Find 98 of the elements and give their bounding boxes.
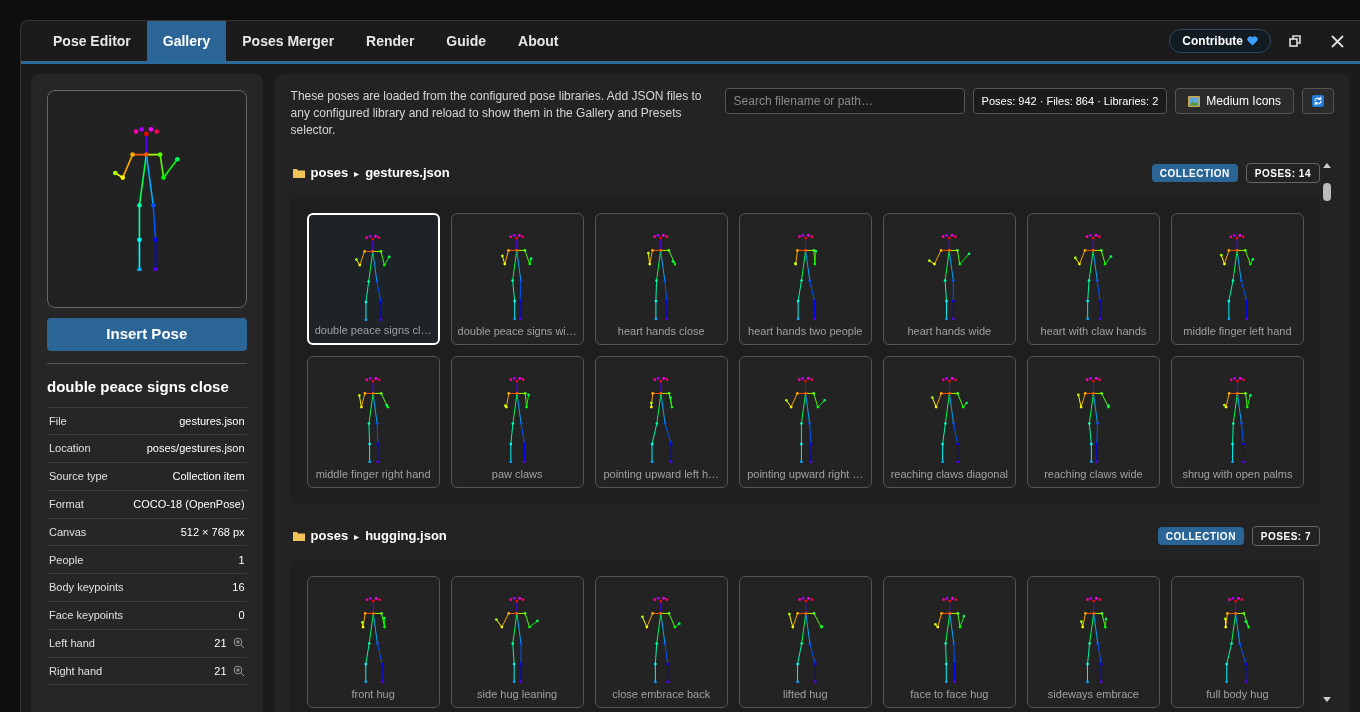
pose-card[interactable]: heart with claw hands [1026,213,1160,345]
gallery-description: These poses are loaded from the configured pose libraries. Add JSON files to any configured library and reload to show them in the Gallery and Presets selector. [290,88,703,139]
pose-card[interactable]: heart hands two people [738,213,872,345]
pose-label: face to face hug [909,686,990,702]
reload-button[interactable] [1302,88,1334,114]
pose-label: paw claws [490,466,544,482]
detail-label: Source type [49,469,108,485]
detail-label: File [49,413,67,429]
pose-title: double peace signs close [47,376,247,408]
detail-value: Collection item [172,469,245,485]
pose-label: middle finger right hand [314,466,432,482]
pose-label: front hug [350,686,396,702]
folder-icon [292,168,305,178]
tab[interactable]: Render [350,21,431,61]
pose-label: shrug with open palms [1181,466,1294,482]
scrollbar-thumb[interactable] [1323,183,1331,201]
refresh-icon [1312,95,1324,107]
detail-value: poses/gestures.json [146,441,245,457]
pose-label: heart with claw hands [1039,323,1148,339]
pose-label: heart hands close [616,323,706,339]
detail-label: Face keypoints [49,608,123,624]
detail-value: COCO-18 (OpenPose) [133,497,245,513]
tab[interactable]: Pose Editor [37,21,147,61]
scroll-down-icon[interactable] [1322,696,1332,704]
folder-name: poses [310,527,349,546]
pose-label: heart hands wide [906,323,993,339]
pose-count-badge: POSES: 14 [1245,163,1320,183]
pose-card[interactable]: middle finger right hand [306,356,440,488]
collection-badge: COLLECTION [1151,164,1238,182]
close-icon[interactable] [1331,34,1344,48]
picture-icon [1188,95,1201,107]
pose-label: double peace signs wi… [456,323,578,339]
pose-label: lifted hug [781,686,829,702]
pose-label: sideways embrace [1046,686,1140,702]
tab[interactable]: Gallery [146,21,227,61]
detail-value: 0 [238,608,245,624]
pose-card[interactable]: front hug [306,576,440,708]
search-field[interactable]: Search filename or path… [724,88,965,114]
scroll-up-icon[interactable] [1322,161,1332,169]
detail-label: People [49,552,84,568]
pose-card[interactable]: full body hug [1170,576,1304,708]
pose-card[interactable]: sideways embrace [1026,576,1160,708]
pose-card[interactable]: reaching claws diagonal [882,356,1016,488]
tab[interactable]: Poses Merger [226,21,351,61]
pose-card[interactable]: face to face hug [882,576,1016,708]
pose-card[interactable]: lifted hug [738,576,872,708]
pose-label: pointing upward left h… [602,466,720,482]
pose-label: middle finger left hand [1182,323,1293,339]
path-separator: ▸ [354,529,360,544]
zoom-in-icon[interactable] [232,637,245,650]
pose-card[interactable]: shrug with open palms [1170,356,1304,488]
detail-label: Location [49,441,91,457]
pose-card[interactable]: heart hands close [594,213,728,345]
pose-card[interactable]: side hug leaning [450,576,584,708]
pose-label: close embrace back [611,686,712,702]
pose-label: double peace signs cl… [313,322,433,338]
collection-badge: COLLECTION [1157,527,1244,545]
pose-card[interactable]: double peace signs wi… [450,213,584,345]
detail-label: Format [49,497,84,513]
pose-label: heart hands two people [747,323,864,339]
pose-card[interactable]: reaching claws wide [1026,356,1160,488]
detail-value: 16 [232,580,245,596]
icon-size-button[interactable]: Medium Icons [1175,88,1294,114]
pose-label: full body hug [1205,686,1270,702]
insert-pose-button[interactable]: Insert Pose [47,318,247,351]
restore-window-icon[interactable] [1289,35,1301,47]
detail-value: 21 [214,636,227,651]
pose-card[interactable]: close embrace back [594,576,728,708]
pose-label: pointing upward right … [746,466,865,482]
pose-card[interactable]: pointing upward right … [738,356,872,488]
file-name: hugging.json [365,527,447,546]
detail-value: 21 [214,663,227,679]
pose-card[interactable]: heart hands wide [882,213,1016,345]
detail-label: Body keypoints [49,580,124,596]
contribute-button[interactable]: Contribute [1169,29,1271,53]
pose-count-badge: POSES: 7 [1251,526,1320,546]
pose-card[interactable]: middle finger left hand [1170,213,1304,345]
tab[interactable]: About [502,21,575,61]
file-name: gestures.json [365,164,450,183]
folder-icon [292,531,305,541]
detail-label: Canvas [49,524,87,540]
pose-label: reaching claws diagonal [889,466,1010,482]
heart-icon [1247,36,1258,46]
detail-label: Right hand [49,663,103,679]
pose-card[interactable]: paw claws [450,356,584,488]
detail-label: Left hand [49,636,95,651]
detail-value: 1 [238,552,245,568]
pose-label: reaching claws wide [1043,466,1144,482]
pose-label: side hug leaning [476,686,559,702]
detail-value: gestures.json [179,413,245,429]
tab[interactable]: Guide [430,21,502,61]
path-separator: ▸ [354,166,360,181]
pose-card[interactable]: pointing upward left h… [594,356,728,488]
zoom-in-icon[interactable] [232,665,245,678]
pose-card[interactable]: double peace signs cl… [306,213,440,345]
detail-value: 512 × 768 px [180,524,245,540]
folder-name: poses [310,164,349,183]
library-stats: Poses: 942 · Files: 864 · Libraries: 2 [972,88,1168,114]
